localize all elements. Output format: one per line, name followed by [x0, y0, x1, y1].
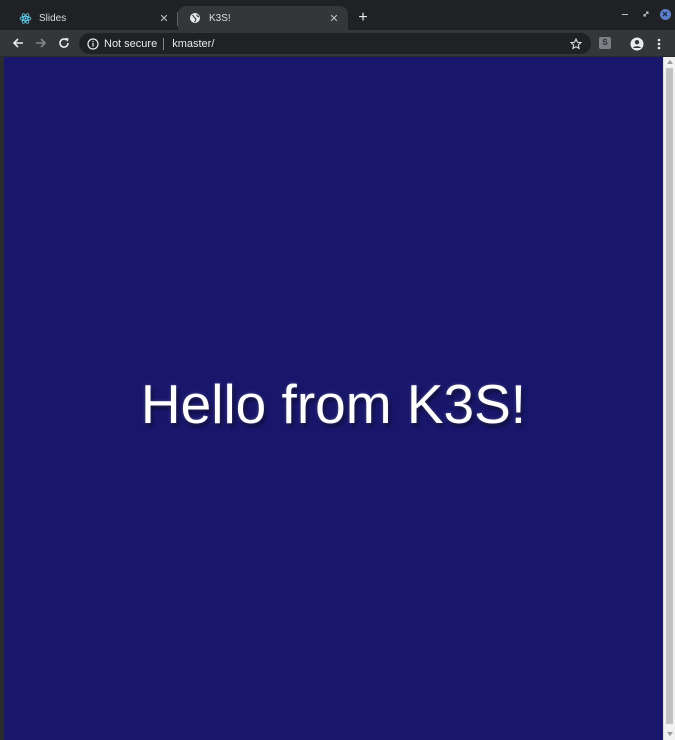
- tab-slides[interactable]: Slides ✕: [8, 6, 178, 30]
- page-headline: Hello from K3S!: [140, 373, 527, 435]
- tab-title: Slides: [39, 12, 67, 24]
- extension-icon[interactable]: S: [599, 37, 611, 49]
- scrollbar[interactable]: [663, 57, 675, 740]
- profile-icon[interactable]: [629, 36, 644, 51]
- reload-icon: [59, 38, 69, 48]
- address-divider: [163, 37, 165, 50]
- arrow-left-icon: [12, 38, 23, 48]
- tab-strip: Slides ✕ K3S! ✕ +: [0, 0, 675, 30]
- close-icon: [659, 8, 671, 20]
- security-label[interactable]: Not secure: [104, 38, 157, 50]
- address-bar[interactable]: Not secure kmaster/: [79, 33, 591, 54]
- close-icon[interactable]: ✕: [326, 10, 342, 26]
- window-close-button[interactable]: [658, 6, 672, 22]
- browser-toolbar: Not secure kmaster/ S: [0, 30, 675, 57]
- minimize-icon[interactable]: [619, 6, 631, 22]
- forward-button[interactable]: [32, 34, 50, 52]
- reload-button[interactable]: [55, 34, 73, 52]
- globe-icon: [188, 11, 202, 25]
- new-tab-button[interactable]: +: [354, 9, 372, 27]
- maximize-icon[interactable]: [640, 6, 652, 22]
- more-menu-icon[interactable]: [652, 35, 666, 52]
- info-icon[interactable]: [86, 37, 99, 50]
- scrollbar-thumb[interactable]: [666, 68, 673, 724]
- arrow-right-icon: [36, 38, 47, 48]
- tab-k3s[interactable]: K3S! ✕: [178, 6, 348, 30]
- page-viewport: Hello from K3S!: [4, 57, 663, 740]
- close-icon[interactable]: ✕: [156, 10, 172, 26]
- react-icon: [18, 11, 32, 25]
- scroll-down-icon[interactable]: [667, 732, 673, 736]
- scroll-up-icon[interactable]: [667, 60, 673, 64]
- tab-title: K3S!: [209, 12, 231, 24]
- star-icon[interactable]: [569, 37, 583, 51]
- url-text[interactable]: kmaster/: [172, 38, 569, 50]
- back-button[interactable]: [9, 34, 27, 52]
